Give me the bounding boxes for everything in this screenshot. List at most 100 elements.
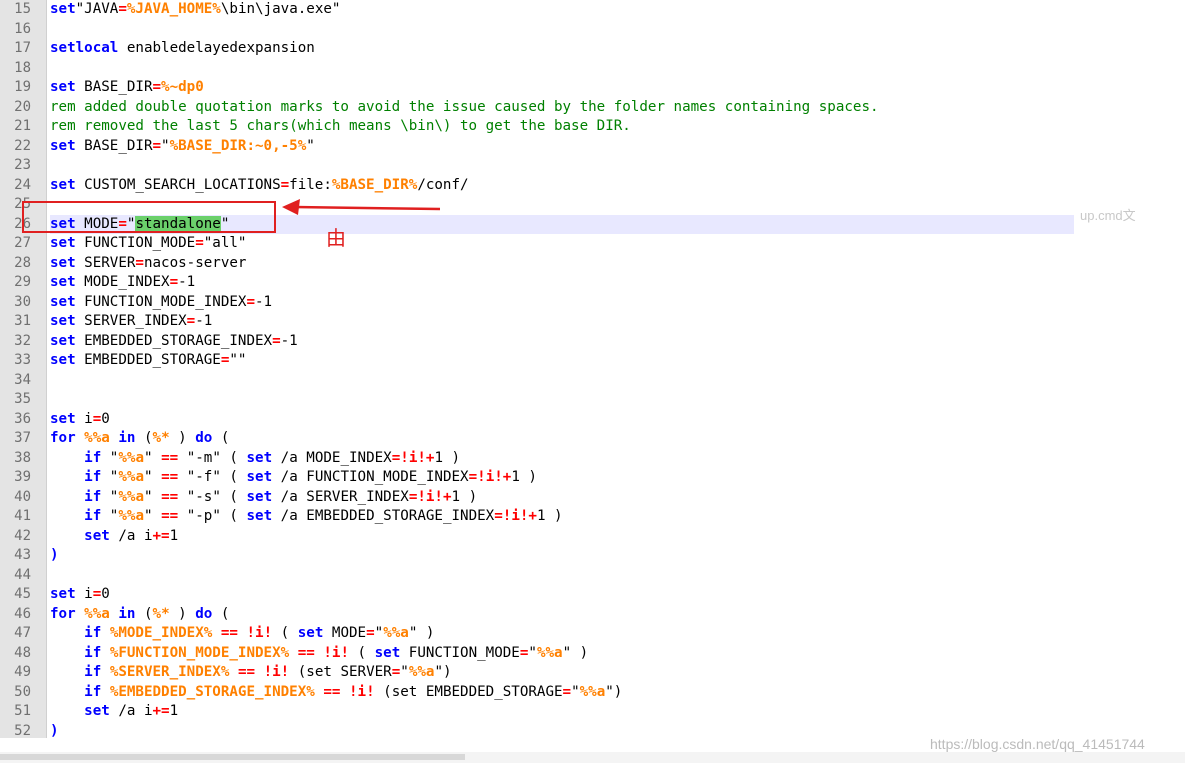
code-text[interactable]: if "%%a" == "-f" ( set /a FUNCTION_MODE_…	[50, 468, 1074, 488]
code-token: %BASE_DIR:~0,-5%	[169, 137, 307, 154]
code-line[interactable]: 36 set i=0	[0, 410, 1185, 430]
line-number: 21	[14, 118, 31, 134]
code-token: set	[84, 527, 110, 544]
code-line[interactable]: 20 rem added double quotation marks to av…	[0, 98, 1185, 118]
code-text[interactable]: )	[50, 546, 1074, 566]
line-number: 38	[14, 449, 31, 466]
code-token: "	[101, 488, 119, 505]
code-token: -1	[280, 332, 298, 349]
code-text[interactable]: if %EMBEDDED_STORAGE_INDEX% == !i! (set …	[50, 683, 1074, 703]
code-text[interactable]: set BASE_DIR=%~dp0	[50, 78, 1074, 98]
code-token: 1	[169, 527, 179, 544]
code-text[interactable]: for %%a in (%* ) do (	[50, 605, 1074, 625]
code-text[interactable]: set /a i+=1	[50, 702, 1074, 722]
line-number: 23	[14, 157, 31, 173]
code-line[interactable]: 49 if %SERVER_INDEX% == !i! (set SERVER=…	[0, 663, 1185, 683]
code-token: for	[50, 430, 76, 446]
code-line[interactable]: 15 set"JAVA=%JAVA_HOME%\bin\java.exe"	[0, 0, 1185, 20]
code-text[interactable]: set BASE_DIR="%BASE_DIR:~0,-5%"	[50, 137, 1074, 157]
code-token: set	[50, 293, 76, 310]
code-line[interactable]: 21 rem removed the last 5 chars(which mea…	[0, 117, 1185, 137]
code-line[interactable]: 29 set MODE_INDEX=-1	[0, 273, 1185, 293]
code-token: set	[374, 644, 401, 661]
code-line[interactable]: 38 if "%%a" == "-m" ( set /a MODE_INDEX=…	[0, 449, 1185, 469]
code-token: )	[169, 430, 196, 446]
code-text[interactable]: for %%a in (%* ) do (	[50, 429, 1074, 449]
code-text[interactable]: set i=0	[50, 585, 1074, 605]
code-text[interactable]: if %MODE_INDEX% == !i! ( set MODE="%%a" …	[50, 624, 1074, 644]
code-token: -1	[178, 274, 196, 290]
code-text[interactable]: set EMBEDDED_STORAGE_INDEX=-1	[50, 332, 1074, 352]
code-token: ""	[229, 352, 247, 368]
code-token: ")	[605, 683, 623, 700]
code-line[interactable]: 18	[0, 59, 1185, 79]
code-token: "	[143, 449, 162, 466]
code-token: ==	[297, 644, 315, 661]
line-number: 40	[14, 488, 31, 505]
code-line[interactable]: 32 set EMBEDDED_STORAGE_INDEX=-1	[0, 332, 1185, 352]
scrollbar-thumb[interactable]	[0, 754, 465, 760]
code-token: =	[195, 235, 204, 251]
code-line[interactable]: 23	[0, 156, 1185, 176]
code-token: /a SERVER_INDEX	[272, 488, 409, 505]
code-editor[interactable]: 15 set"JAVA=%JAVA_HOME%\bin\java.exe" 16 17…	[0, 0, 1185, 763]
line-number: 47	[14, 625, 31, 641]
code-line[interactable]: 48 if %FUNCTION_MODE_INDEX% == !i! ( set…	[0, 644, 1185, 664]
code-text[interactable]: set EMBEDDED_STORAGE=""	[50, 351, 1074, 371]
code-text[interactable]: if "%%a" == "-m" ( set /a MODE_INDEX=!i!…	[50, 449, 1074, 469]
code-line[interactable]: 39 if "%%a" == "-f" ( set /a FUNCTION_MO…	[0, 468, 1185, 488]
code-text[interactable]: setlocal enabledelayedexpansion	[50, 39, 1074, 59]
code-line[interactable]: 19 set BASE_DIR=%~dp0	[0, 78, 1185, 98]
code-token: %%a	[579, 683, 606, 700]
code-line[interactable]: 22 set BASE_DIR="%BASE_DIR:~0,-5%"	[0, 137, 1185, 157]
code-line[interactable]: 37 for %%a in (%* ) do (	[0, 429, 1185, 449]
code-line[interactable]: 50 if %EMBEDDED_STORAGE_INDEX% == !i! (s…	[0, 683, 1185, 703]
code-line[interactable]: 42 set /a i+=1	[0, 527, 1185, 547]
code-line[interactable]: 51 set /a i+=1	[0, 702, 1185, 722]
code-text[interactable]: if %FUNCTION_MODE_INDEX% == !i! ( set FU…	[50, 644, 1074, 664]
code-line[interactable]: 24 set CUSTOM_SEARCH_LOCATIONS=file:%BASE…	[0, 176, 1185, 196]
horizontal-scrollbar[interactable]	[0, 752, 1185, 763]
code-text[interactable]: set SERVER=nacos-server	[50, 254, 1074, 274]
code-line[interactable]: 27 set FUNCTION_MODE="all"	[0, 234, 1185, 254]
code-token: %%a	[536, 644, 563, 661]
code-text[interactable]: rem removed the last 5 chars(which means…	[50, 117, 1074, 137]
code-line[interactable]: 31 set SERVER_INDEX=-1	[0, 312, 1185, 332]
line-number: 18	[14, 59, 31, 76]
code-text[interactable]: set FUNCTION_MODE_INDEX=-1	[50, 293, 1074, 313]
code-text[interactable]: set FUNCTION_MODE="all"	[50, 234, 1074, 254]
code-line[interactable]: 30 set FUNCTION_MODE_INDEX=-1	[0, 293, 1185, 313]
code-text[interactable]: set MODE_INDEX=-1	[50, 273, 1074, 293]
code-line[interactable]: 35	[0, 390, 1185, 410]
code-text[interactable]: if "%%a" == "-p" ( set /a EMBEDDED_STORA…	[50, 507, 1074, 527]
code-text[interactable]: if "%%a" == "-s" ( set /a SERVER_INDEX=!…	[50, 488, 1074, 508]
code-text[interactable]: set i=0	[50, 410, 1074, 430]
code-token: %EMBEDDED_STORAGE_INDEX%	[109, 683, 315, 700]
code-line[interactable]: 40 if "%%a" == "-s" ( set /a SERVER_INDE…	[0, 488, 1185, 508]
line-number: 32	[14, 332, 31, 349]
code-text[interactable]: set CUSTOM_SEARCH_LOCATIONS=file:%BASE_D…	[50, 176, 1074, 196]
code-text[interactable]: set SERVER_INDEX=-1	[50, 312, 1074, 332]
code-line[interactable]: 45 set i=0	[0, 585, 1185, 605]
code-line[interactable]: 43)	[0, 546, 1185, 566]
code-line[interactable]: 41 if "%%a" == "-p" ( set /a EMBEDDED_ST…	[0, 507, 1185, 527]
code-text[interactable]: set /a i+=1	[50, 527, 1074, 547]
code-token: set	[246, 449, 273, 466]
code-line[interactable]: 28 set SERVER=nacos-server	[0, 254, 1185, 274]
code-line[interactable]: 17 setlocal enabledelayedexpansion	[0, 39, 1185, 59]
code-token: %%a	[84, 430, 110, 446]
code-line[interactable]: 33 set EMBEDDED_STORAGE=""	[0, 351, 1185, 371]
code-line[interactable]: 34	[0, 371, 1185, 391]
code-text[interactable]: )	[50, 722, 1074, 742]
code-line[interactable]: 44	[0, 566, 1185, 586]
code-token: "-m" (	[178, 449, 247, 466]
code-line[interactable]: 47 if %MODE_INDEX% == !i! ( set MODE="%%…	[0, 624, 1185, 644]
code-token: %%a	[408, 664, 435, 680]
code-text[interactable]: if %SERVER_INDEX% == !i! (set SERVER="%%…	[50, 663, 1074, 683]
code-text[interactable]: set"JAVA=%JAVA_HOME%\bin\java.exe"	[50, 0, 1074, 20]
code-text[interactable]: rem added double quotation marks to avoi…	[50, 98, 1074, 118]
code-line[interactable]: 46 for %%a in (%* ) do (	[0, 605, 1185, 625]
line-number: 37	[14, 430, 31, 446]
code-line[interactable]: 16	[0, 20, 1185, 40]
